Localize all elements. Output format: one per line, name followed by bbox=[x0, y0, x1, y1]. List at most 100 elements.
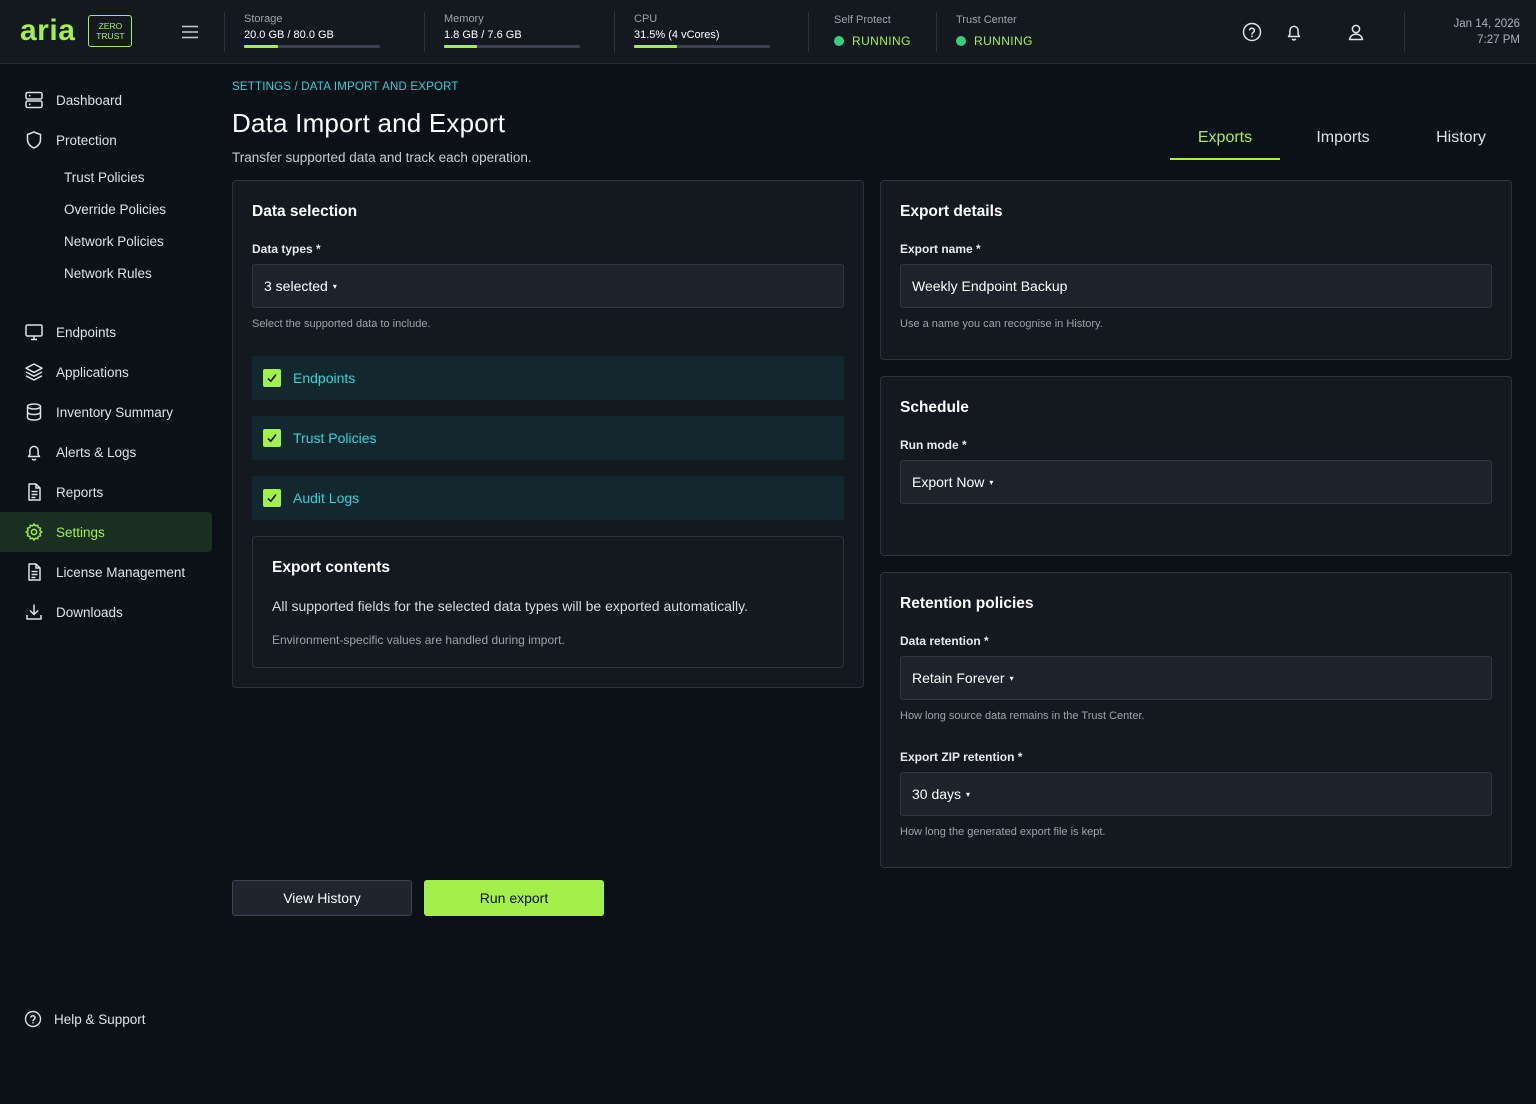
brand-logo[interactable]: aria ZERO TRUST bbox=[20, 14, 133, 48]
badge-line-2: TRUST bbox=[96, 31, 125, 41]
divider bbox=[808, 12, 809, 52]
file-text-icon bbox=[24, 562, 44, 582]
trust-center-value: RUNNING bbox=[974, 34, 1033, 48]
datetime: Jan 14, 2026 7:27 PM bbox=[1453, 16, 1520, 48]
data-retention-select[interactable]: Retain Forever ▾ bbox=[900, 656, 1492, 700]
sidebar-item-inventory-summary[interactable]: Inventory Summary bbox=[0, 392, 212, 432]
option-label: Endpoints bbox=[293, 370, 356, 386]
brand-name: aria bbox=[20, 14, 76, 47]
checkbox-checked-icon[interactable] bbox=[263, 369, 281, 387]
tab-exports[interactable]: Exports bbox=[1170, 120, 1280, 160]
option-trust-policies[interactable]: Trust Policies bbox=[252, 416, 844, 460]
time-text: 7:27 PM bbox=[1477, 34, 1520, 46]
divider bbox=[1404, 12, 1405, 52]
run-export-button[interactable]: Run export bbox=[424, 880, 604, 916]
sidebar-item-label: Endpoints bbox=[56, 324, 117, 340]
self-protect-status: Self Protect RUNNING bbox=[834, 13, 911, 49]
sidebar-item-downloads[interactable]: Downloads bbox=[0, 592, 212, 632]
cpu-metric: CPU 31.5% (4 vCores) bbox=[634, 12, 770, 48]
memory-metric: Memory 1.8 GB / 7.6 GB bbox=[444, 12, 580, 48]
export-contents-panel: Export contents All supported fields for… bbox=[252, 536, 844, 668]
view-history-button[interactable]: View History bbox=[232, 880, 412, 916]
data-selection-title: Data selection bbox=[252, 203, 358, 220]
cpu-bar bbox=[634, 45, 770, 48]
run-mode-label: Run mode * bbox=[900, 438, 967, 452]
sidebar-item-alerts-logs[interactable]: Alerts & Logs bbox=[0, 432, 212, 472]
menu-icon[interactable] bbox=[180, 22, 200, 42]
checkbox-checked-icon[interactable] bbox=[263, 489, 281, 507]
schedule-title: Schedule bbox=[900, 399, 969, 416]
breadcrumb-separator: / bbox=[291, 81, 302, 93]
storage-label: Storage bbox=[244, 13, 283, 25]
sidebar-item-label: Downloads bbox=[56, 604, 123, 620]
sidebar-subitem-override-policies[interactable]: Override Policies bbox=[64, 200, 166, 220]
caret-down-icon: ▾ bbox=[1009, 673, 1014, 683]
status-dot-icon bbox=[956, 36, 966, 46]
sidebar-item-label: Inventory Summary bbox=[56, 404, 174, 420]
sidebar-item-settings[interactable]: Settings bbox=[0, 512, 212, 552]
breadcrumb: SETTINGS / DATA IMPORT AND EXPORT bbox=[232, 81, 459, 93]
layers-icon bbox=[24, 362, 44, 382]
retention-card: Retention policies Data retention * Reta… bbox=[880, 572, 1512, 868]
cpu-bar-fill bbox=[634, 45, 677, 48]
trust-center-label: Trust Center bbox=[956, 14, 1017, 26]
data-types-select[interactable]: 3 selected ▾ bbox=[252, 264, 844, 308]
sidebar-item-reports[interactable]: Reports bbox=[0, 472, 212, 512]
export-details-card: Export details Export name * Weekly Endp… bbox=[880, 180, 1512, 360]
tab-imports[interactable]: Imports bbox=[1288, 120, 1398, 160]
bell-icon bbox=[24, 442, 44, 462]
sidebar-subitem-network-policies[interactable]: Network Policies bbox=[64, 232, 164, 252]
tab-bar: Exports Imports History bbox=[1170, 120, 1516, 160]
date-text: Jan 14, 2026 bbox=[1453, 18, 1520, 30]
retention-title: Retention policies bbox=[900, 595, 1034, 612]
help-support-link[interactable]: Help & Support bbox=[24, 1010, 146, 1028]
sidebar-item-protection[interactable]: Protection bbox=[0, 120, 212, 160]
sidebar-subitem-network-rules[interactable]: Network Rules bbox=[64, 264, 152, 284]
zip-retention-select[interactable]: 30 days ▾ bbox=[900, 772, 1492, 816]
option-audit-logs[interactable]: Audit Logs bbox=[252, 476, 844, 520]
export-contents-hint: Environment-specific values are handled … bbox=[272, 633, 565, 647]
breadcrumb-current: DATA IMPORT AND EXPORT bbox=[301, 81, 459, 93]
sidebar-subitem-trust-policies[interactable]: Trust Policies bbox=[64, 168, 145, 188]
zip-retention-hint: How long the generated export file is ke… bbox=[900, 826, 1106, 838]
data-types-value: 3 selected bbox=[264, 278, 328, 294]
divider bbox=[936, 12, 937, 52]
help-circle-icon[interactable] bbox=[1241, 21, 1263, 43]
user-icon[interactable] bbox=[1345, 21, 1367, 43]
export-name-hint: Use a name you can recognise in History. bbox=[900, 318, 1103, 330]
storage-value: 20.0 GB / 80.0 GB bbox=[244, 29, 334, 41]
export-name-input[interactable]: Weekly Endpoint Backup bbox=[900, 264, 1492, 308]
self-protect-value: RUNNING bbox=[852, 34, 911, 48]
export-contents-title: Export contents bbox=[272, 559, 390, 576]
storage-metric: Storage 20.0 GB / 80.0 GB bbox=[244, 12, 380, 48]
breadcrumb-root[interactable]: SETTINGS bbox=[232, 81, 291, 93]
gear-icon bbox=[24, 522, 44, 542]
sidebar: Dashboard Protection Trust Policies Over… bbox=[0, 64, 224, 1104]
tab-history[interactable]: History bbox=[1406, 120, 1516, 160]
page-subtitle: Transfer supported data and track each o… bbox=[232, 150, 532, 165]
run-mode-select[interactable]: Export Now ▾ bbox=[900, 460, 1492, 504]
sidebar-item-applications[interactable]: Applications bbox=[0, 352, 212, 392]
page-title: Data Import and Export bbox=[232, 108, 506, 138]
zip-retention-label: Export ZIP retention * bbox=[900, 750, 1023, 764]
option-endpoints[interactable]: Endpoints bbox=[252, 356, 844, 400]
checkbox-checked-icon[interactable] bbox=[263, 429, 281, 447]
zero-trust-badge: ZERO TRUST bbox=[88, 15, 133, 47]
bell-icon[interactable] bbox=[1283, 21, 1305, 43]
cpu-value: 31.5% (4 vCores) bbox=[634, 29, 720, 41]
help-circle-icon bbox=[24, 1010, 42, 1028]
sidebar-item-label: Reports bbox=[56, 484, 104, 500]
self-protect-label: Self Protect bbox=[834, 14, 891, 26]
data-types-label: Data types * bbox=[252, 242, 321, 256]
sidebar-item-label: Dashboard bbox=[56, 92, 123, 108]
sidebar-item-endpoints[interactable]: Endpoints bbox=[0, 312, 212, 352]
data-retention-hint: How long source data remains in the Trus… bbox=[900, 710, 1145, 722]
sidebar-item-dashboard[interactable]: Dashboard bbox=[0, 80, 212, 120]
monitor-icon bbox=[24, 322, 44, 342]
export-details-title: Export details bbox=[900, 203, 1003, 220]
sidebar-item-label: Alerts & Logs bbox=[56, 444, 137, 460]
data-types-hint: Select the supported data to include. bbox=[252, 318, 431, 330]
data-selection-card: Data selection Data types * 3 selected ▾ … bbox=[232, 180, 864, 688]
divider bbox=[224, 12, 225, 52]
sidebar-item-license-management[interactable]: License Management bbox=[0, 552, 212, 592]
